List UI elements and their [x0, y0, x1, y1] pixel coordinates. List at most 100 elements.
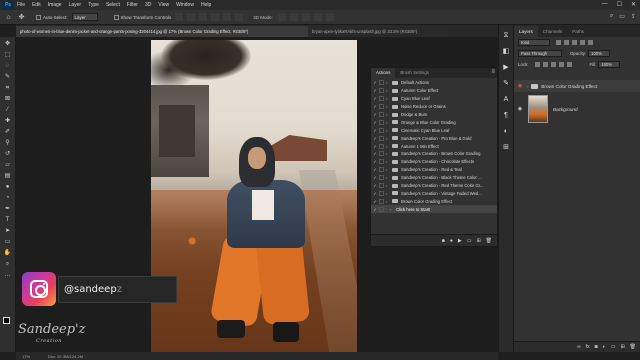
lock-pixels-icon[interactable]: [534, 62, 540, 67]
align-top-icon[interactable]: [211, 13, 220, 21]
toggle-checkmark-icon[interactable]: ✓: [371, 199, 379, 204]
search-icon[interactable]: ⌕: [610, 13, 613, 20]
crop-icon[interactable]: ⌗: [3, 84, 13, 92]
dialog-toggle-box[interactable]: [379, 198, 384, 204]
clone-stamp-icon[interactable]: ⚲: [3, 139, 13, 147]
delete-icon[interactable]: 🗑: [486, 238, 492, 244]
filter-shape-icon[interactable]: [580, 40, 585, 45]
doc-size-readout[interactable]: Doc: 57.3M/124.2M: [36, 354, 83, 359]
toggle-checkmark-icon[interactable]: ✓: [371, 167, 379, 172]
path-select-icon[interactable]: ➤: [3, 227, 13, 235]
filter-pixel-icon[interactable]: [556, 40, 561, 45]
blend-mode-dropdown[interactable]: Pass Through: [518, 50, 562, 57]
toggle-checkmark-icon[interactable]: ✓: [371, 96, 379, 101]
action-set-row[interactable]: ✓ › Default Actions: [371, 79, 497, 87]
toggle-checkmark-icon[interactable]: ✓: [371, 128, 379, 133]
filter-adjustment-icon[interactable]: [564, 40, 569, 45]
quick-select-icon[interactable]: ✎: [3, 73, 13, 81]
3d-drag-icon[interactable]: [301, 13, 310, 21]
lock-image-icon[interactable]: [542, 62, 548, 67]
tab-paths[interactable]: Paths: [567, 26, 589, 37]
dialog-toggle-box[interactable]: [379, 96, 384, 102]
filter-smart-object-icon[interactable]: [588, 40, 593, 45]
new-layer-icon[interactable]: ⊞: [620, 344, 624, 350]
action-set-row[interactable]: ✓ › Sandeep's Creation - Vintage Faded Wed…: [371, 189, 497, 197]
stop-icon[interactable]: ■: [442, 238, 445, 244]
more-tools-icon[interactable]: …: [3, 271, 13, 279]
menu-3d[interactable]: 3D: [145, 2, 151, 8]
maximize-icon[interactable]: ☐: [617, 1, 622, 8]
zoom-readout[interactable]: 17%: [16, 354, 36, 359]
glyphs-icon[interactable]: ◐: [501, 127, 511, 137]
gradient-icon[interactable]: ▤: [3, 172, 13, 180]
layer-row-background[interactable]: ◉ Background: [514, 93, 640, 125]
move-tool-icon[interactable]: ✥: [17, 13, 26, 22]
tab-second-document[interactable]: bryan-apen-lybkaRAkf4-unsplash.jpg @ 33.…: [308, 26, 448, 37]
new-action-icon[interactable]: ⊞: [476, 238, 480, 244]
action-set-row[interactable]: ✓ › Autumn Color Effect: [371, 87, 497, 95]
eyedropper-icon[interactable]: ⁄: [3, 106, 13, 114]
menu-select[interactable]: Select: [106, 2, 120, 8]
home-icon[interactable]: ⌂: [4, 13, 13, 22]
brush-icon[interactable]: ✐: [3, 128, 13, 136]
menu-filter[interactable]: Filter: [127, 2, 138, 8]
align-left-icon[interactable]: [175, 13, 184, 21]
history-icon[interactable]: ⧖: [501, 31, 511, 41]
marquee-icon[interactable]: ⬚: [3, 51, 13, 59]
tab-channels[interactable]: Channels: [538, 26, 567, 37]
actions-icon[interactable]: ▶: [501, 63, 511, 73]
toggle-checkmark-icon[interactable]: ✓: [371, 120, 379, 125]
action-set-row[interactable]: ✓ › Cinematic Cyan Blue Leaf: [371, 126, 497, 134]
adjustment-layer-icon[interactable]: ◐: [603, 344, 606, 350]
filter-type-icon[interactable]: [572, 40, 577, 45]
action-set-row[interactable]: ✓ › Cyan Blue Leaf: [371, 95, 497, 103]
align-center-icon[interactable]: [187, 13, 196, 21]
panel-menu-icon[interactable]: ≡: [491, 69, 495, 75]
action-set-row[interactable]: ✓ › Noise Reduce or Grains: [371, 103, 497, 111]
dialog-toggle-box[interactable]: [379, 112, 384, 117]
action-item[interactable]: ✓ › Click here to Start!: [371, 205, 497, 214]
layer-row-group[interactable]: ◉ › Brown Color Grading Effect: [514, 80, 640, 92]
align-tools[interactable]: [175, 13, 244, 21]
transform-controls-checkbox[interactable]: [113, 14, 119, 20]
lock-artboard-icon[interactable]: [558, 62, 564, 67]
3d-tools[interactable]: [277, 13, 334, 21]
3d-scale-icon[interactable]: [325, 13, 334, 21]
action-set-row[interactable]: ✓ › Orange & Blue Color Grading: [371, 118, 497, 126]
toggle-checkmark-icon[interactable]: ✓: [371, 88, 379, 93]
character-icon[interactable]: A: [501, 95, 511, 105]
lock-position-icon[interactable]: [550, 62, 556, 67]
action-set-row[interactable]: ✓ › Autumn 1 Min Effect: [371, 142, 497, 150]
menu-help[interactable]: Help: [201, 2, 211, 8]
play-icon[interactable]: ▶: [458, 238, 462, 244]
healing-brush-icon[interactable]: ✚: [3, 117, 13, 125]
dialog-toggle-box[interactable]: [379, 127, 384, 133]
action-set-row[interactable]: ✓ › Dodge & Burn: [371, 111, 497, 119]
move-icon[interactable]: ✥: [3, 40, 13, 48]
align-right-icon[interactable]: [199, 13, 208, 21]
visibility-eye-icon[interactable]: ◉: [516, 106, 524, 112]
align-bottom-icon[interactable]: [235, 13, 244, 21]
dialog-toggle-box[interactable]: [379, 159, 384, 165]
dialog-toggle-box[interactable]: [379, 190, 384, 196]
dialog-toggle-box[interactable]: [379, 119, 384, 125]
pen-icon[interactable]: ✒: [3, 205, 13, 213]
dialog-toggle-box[interactable]: [379, 167, 384, 173]
workspace-icon[interactable]: ▭: [619, 13, 625, 20]
action-set-row[interactable]: ✓ › Sandeep's Creation - Red & Teal: [371, 166, 497, 174]
toggle-checkmark-icon[interactable]: ✓: [371, 80, 379, 85]
dialog-toggle-box[interactable]: [379, 88, 384, 94]
eraser-icon[interactable]: ▱: [3, 161, 13, 169]
menu-window[interactable]: Window: [176, 2, 194, 8]
toggle-checkmark-icon[interactable]: ✓: [371, 207, 379, 212]
align-middle-icon[interactable]: [223, 13, 232, 21]
toggle-checkmark-icon[interactable]: ✓: [371, 191, 379, 196]
dialog-toggle-box[interactable]: [379, 175, 384, 181]
fill-input[interactable]: 100%: [598, 61, 621, 68]
tab-layers[interactable]: Layers: [514, 26, 538, 37]
opacity-input[interactable]: 100%: [588, 50, 611, 57]
fx-icon[interactable]: fx: [586, 344, 590, 350]
action-set-row[interactable]: ✓ › Sandeep's Creation - Black Theme Color…: [371, 174, 497, 182]
history-brush-icon[interactable]: ↺: [3, 150, 13, 158]
toggle-checkmark-icon[interactable]: ✓: [371, 104, 379, 109]
